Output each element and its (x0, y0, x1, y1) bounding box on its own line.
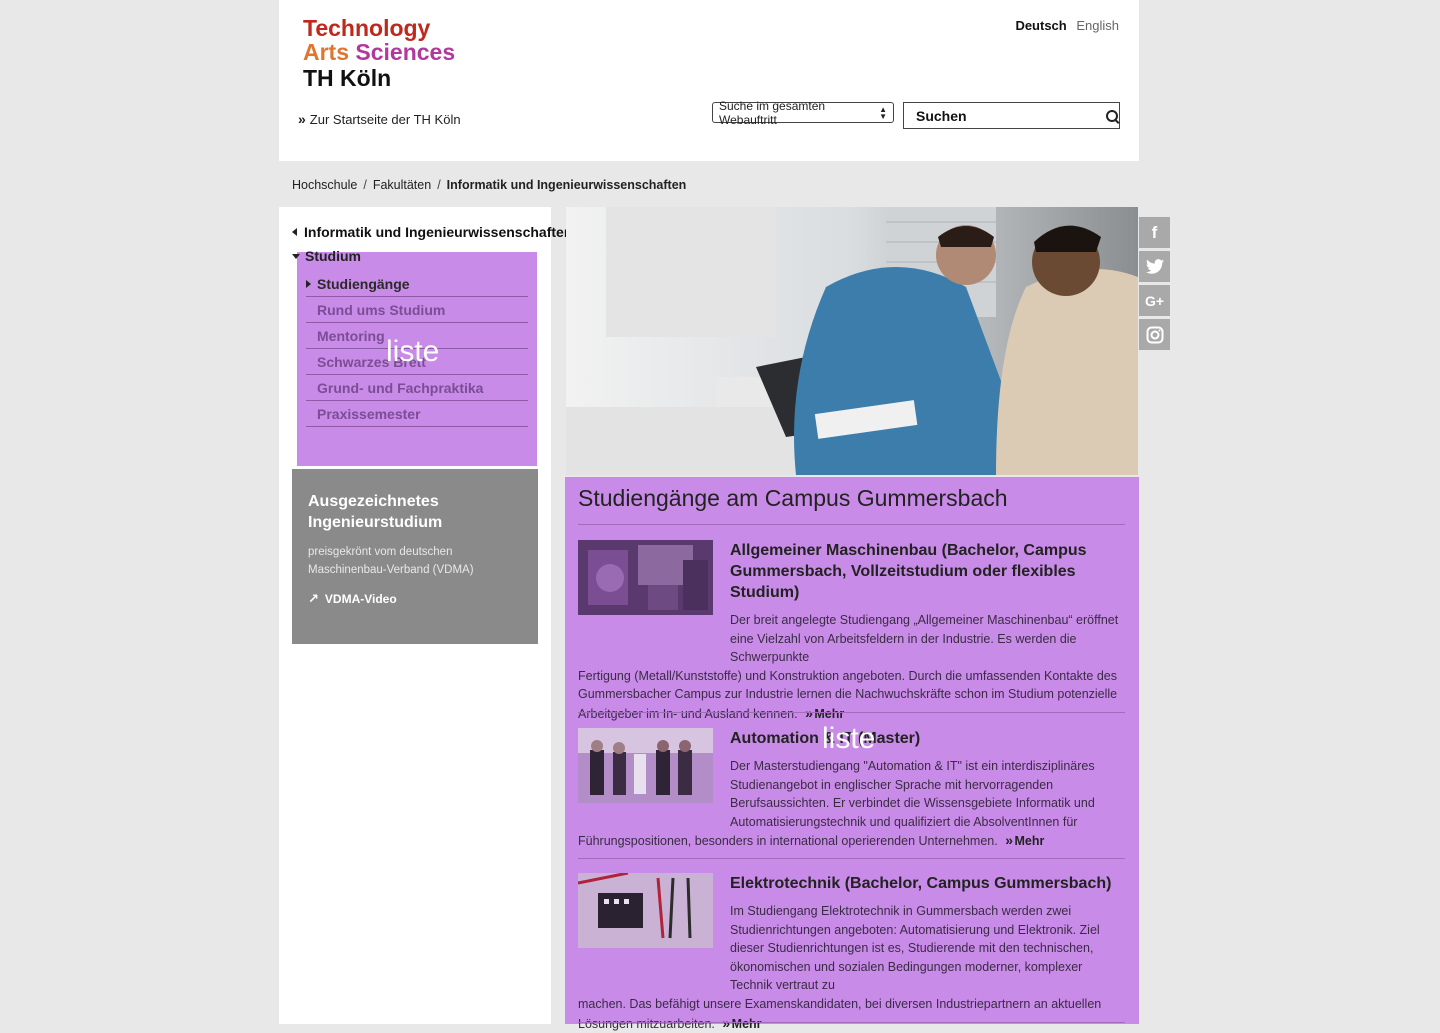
caret-left-icon (292, 228, 297, 236)
entry-title-maschinenbau[interactable]: Allgemeiner Maschinenbau (Bachelor, Camp… (730, 540, 1126, 603)
twitter-icon[interactable] (1139, 251, 1170, 282)
sidebar-parent-link[interactable]: Informatik und Ingenieurwissenschaften (292, 224, 572, 240)
list-item: Allgemeiner Maschinenbau (Bachelor, Camp… (578, 540, 1126, 724)
divider (578, 524, 1125, 525)
sidebar-item-grund-und-fachpraktika[interactable]: Grund- und Fachpraktika (306, 375, 528, 401)
instagram-icon[interactable] (1139, 319, 1170, 350)
breadcrumb: Hochschule / Fakultäten / Informatik und… (292, 178, 687, 192)
entry-desc-maschinenbau: Der breit angelegte Studiengang „Allgeme… (578, 613, 1119, 721)
logo-th-koeln: TH Köln (303, 65, 392, 91)
entry-title-elektrotechnik[interactable]: Elektrotechnik (Bachelor, Campus Gummers… (730, 873, 1126, 894)
more-link[interactable]: » Mehr (805, 705, 844, 721)
entry-title-automation-it[interactable]: Automation & IT (Master) (730, 728, 1126, 749)
search-input[interactable] (904, 107, 1098, 124)
vdma-video-link[interactable]: ↗ VDMA-Video (308, 591, 522, 607)
breadcrumb-current: Informatik und Ingenieurwissenschaften (446, 178, 687, 192)
breadcrumb-fakultaeten[interactable]: Fakultäten (373, 178, 431, 192)
search-icon[interactable] (1106, 109, 1118, 122)
external-arrow-icon: ↗ (308, 591, 319, 606)
main-content: Studiengänge am Campus Gummersbach Allge… (565, 477, 1139, 1031)
language-switch: Deutsch English (1009, 18, 1119, 33)
logo-arts-sciences: Arts Sciences (303, 39, 456, 65)
sidebar-item-studiengaenge[interactable]: Studiengänge (306, 271, 528, 297)
th-koeln-logo[interactable]: Technology Arts Sciences TH Köln (303, 16, 455, 90)
search-box (903, 102, 1120, 129)
lang-deutsch[interactable]: Deutsch (1015, 18, 1066, 33)
list-item: Elektrotechnik (Bachelor, Campus Gummers… (578, 873, 1126, 1033)
sidebar-item-mentoring[interactable]: Mentoring (306, 323, 528, 349)
double-chevron-icon: » (298, 111, 306, 127)
promo-text: preisgekrönt vom deutschen Maschinenbau-… (308, 546, 474, 576)
list-item: Automation & IT (Master) Der Masterstudi… (578, 728, 1126, 851)
home-link[interactable]: » Zur Startseite der TH Köln (298, 111, 461, 127)
search-scope-select[interactable]: Suche im gesamten Webauftritt ▲ ▼ (712, 99, 894, 127)
divider (578, 1022, 1125, 1023)
facebook-icon[interactable]: f (1139, 217, 1170, 248)
thumbnail-elektrotechnik[interactable] (578, 873, 713, 948)
updown-icon: ▲ ▼ (879, 104, 887, 121)
logo-technology: Technology (303, 15, 431, 41)
thumbnail-maschinenbau[interactable] (578, 540, 713, 615)
sidebar-item-praxissemester[interactable]: Praxissemester (306, 401, 528, 427)
google-plus-icon[interactable]: G+ (1139, 285, 1170, 316)
page-title: Studiengänge am Campus Gummersbach (578, 485, 1008, 511)
header: Technology Arts Sciences TH Köln Deutsch… (279, 0, 1139, 161)
divider (578, 858, 1125, 859)
caret-down-icon (292, 253, 300, 259)
sidebar-item-studium[interactable]: Studium (292, 248, 361, 264)
caret-right-icon (306, 279, 311, 288)
promo-box: Ausgezeichnetes Ingenieurstudium preisge… (292, 469, 538, 644)
hero-image (566, 207, 1138, 475)
divider (578, 712, 1125, 713)
more-link[interactable]: » Mehr (1005, 832, 1044, 848)
sidebar-item-rund-ums-studium[interactable]: Rund ums Studium (306, 297, 528, 323)
lang-english[interactable]: English (1076, 18, 1119, 33)
left-sidebar: Informatik und Ingenieurwissenschaften S… (279, 207, 572, 1024)
sidebar-subnav: Studiengänge Rund ums Studium Mentoring … (306, 271, 528, 427)
promo-title: Ausgezeichnetes Ingenieurstudium (308, 493, 443, 531)
thumbnail-automation-it[interactable] (578, 728, 713, 803)
breadcrumb-hochschule[interactable]: Hochschule (292, 178, 357, 192)
page: Technology Arts Sciences TH Köln Deutsch… (279, 0, 1139, 1031)
sidebar-item-schwarzes-brett[interactable]: Schwarzes Brett (306, 349, 528, 375)
